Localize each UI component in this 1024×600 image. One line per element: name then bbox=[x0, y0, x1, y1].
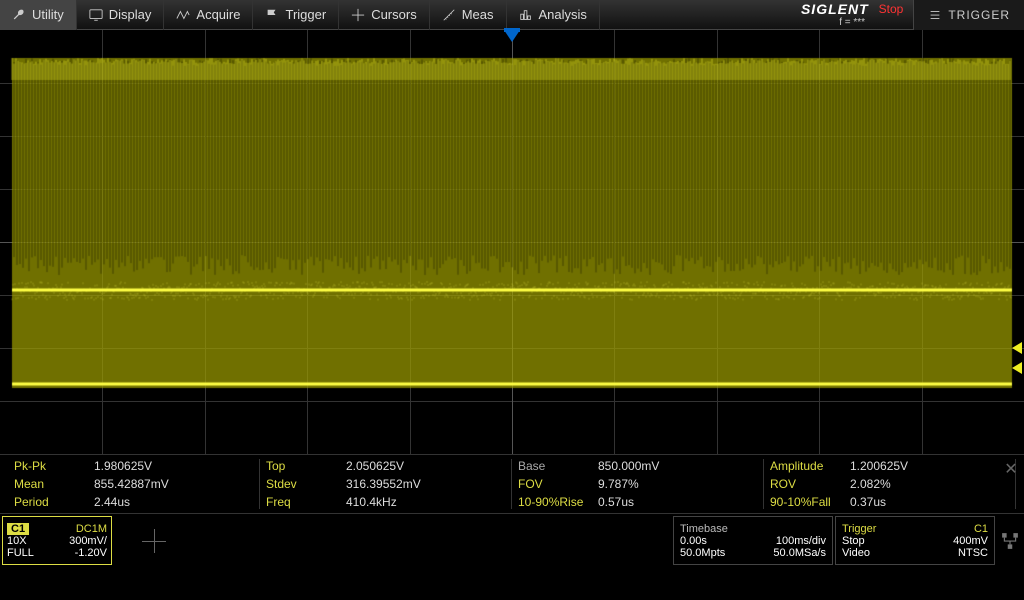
acquire-icon bbox=[176, 8, 190, 22]
brand-status-block: SIGLENT Stop f = *** bbox=[791, 0, 913, 30]
meas-label: Freq bbox=[266, 495, 346, 509]
position-control[interactable] bbox=[114, 514, 194, 567]
meas-value: 0.57us bbox=[598, 495, 634, 509]
menu-meas[interactable]: Meas bbox=[430, 0, 507, 30]
trigger-mode: Stop bbox=[842, 535, 865, 547]
channel-offset-indicator[interactable] bbox=[1012, 362, 1022, 374]
measurements-panel: Pk-Pk1.980625V Mean855.42887mV Period2.4… bbox=[0, 454, 1024, 513]
meas-label: Amplitude bbox=[770, 459, 850, 473]
trigger-source: C1 bbox=[974, 523, 988, 535]
trigger-title: Trigger bbox=[842, 523, 876, 535]
timebase-depth: 50.0Mpts bbox=[680, 547, 725, 559]
analysis-icon bbox=[519, 8, 533, 22]
trigger-panel-button[interactable]: TRIGGER bbox=[913, 0, 1024, 30]
trigger-position-marker[interactable] bbox=[504, 30, 520, 42]
menu-label: Analysis bbox=[539, 7, 587, 22]
wrench-icon bbox=[12, 8, 26, 22]
channel-offset: -1.20V bbox=[75, 547, 107, 559]
menu-trigger[interactable]: Trigger bbox=[253, 0, 339, 30]
meas-value: 2.050625V bbox=[346, 459, 404, 473]
trigger-box[interactable]: Trigger C1 Stop 400mV Video NTSC bbox=[835, 516, 995, 565]
ruler-icon bbox=[442, 8, 456, 22]
meas-label: Pk-Pk bbox=[14, 459, 94, 473]
meas-label: Top bbox=[266, 459, 346, 473]
menu-label: Display bbox=[109, 7, 152, 22]
meas-value: 2.44us bbox=[94, 495, 130, 509]
crosshair-icon bbox=[142, 529, 166, 553]
menu-cursors[interactable]: Cursors bbox=[339, 0, 430, 30]
meas-value: 1.980625V bbox=[94, 459, 152, 473]
meas-column: Pk-Pk1.980625V Mean855.42887mV Period2.4… bbox=[8, 459, 260, 509]
trigger-btn-label: TRIGGER bbox=[948, 8, 1010, 22]
meas-label: FOV bbox=[518, 477, 598, 491]
trigger-standard: NTSC bbox=[958, 547, 988, 559]
meas-label: Period bbox=[14, 495, 94, 509]
display-icon bbox=[89, 8, 103, 22]
waveform-display[interactable] bbox=[0, 30, 1024, 454]
channel-c1-box[interactable]: C1 DC1M 10X 300mV/ FULL -1.20V bbox=[2, 516, 112, 565]
meas-label: ROV bbox=[770, 477, 850, 491]
meas-value: 850.000mV bbox=[598, 459, 659, 473]
menu-label: Cursors bbox=[371, 7, 417, 22]
channel-probe: 10X bbox=[7, 535, 27, 547]
meas-value: 1.200625V bbox=[850, 459, 908, 473]
menu-acquire[interactable]: Acquire bbox=[164, 0, 253, 30]
flag-icon bbox=[265, 8, 279, 22]
menu-analysis[interactable]: Analysis bbox=[507, 0, 600, 30]
status-bar: C1 DC1M 10X 300mV/ FULL -1.20V Timebase 0.0… bbox=[0, 513, 1024, 567]
channel-vdiv: 300mV/ bbox=[69, 535, 107, 547]
meas-value: 9.787% bbox=[598, 477, 639, 491]
channel-id: C1 bbox=[7, 523, 29, 535]
meas-label: Base bbox=[518, 459, 598, 473]
meas-column: Base850.000mV FOV9.787% 10-90%Rise0.57us bbox=[512, 459, 764, 509]
close-icon: ✕ bbox=[1004, 461, 1017, 478]
channel-coupling: DC1M bbox=[76, 523, 107, 535]
timebase-rate: 50.0MSa/s bbox=[773, 547, 826, 559]
timebase-hdiv: 100ms/div bbox=[776, 535, 826, 547]
menu-label: Utility bbox=[32, 7, 64, 22]
meas-label: Stdev bbox=[266, 477, 346, 491]
waveform-trace bbox=[0, 30, 1024, 454]
trigger-level: 400mV bbox=[953, 535, 988, 547]
meas-column: Top2.050625V Stdev316.39552mV Freq410.4k… bbox=[260, 459, 512, 509]
menu-label: Acquire bbox=[196, 7, 240, 22]
menu-label: Trigger bbox=[285, 7, 326, 22]
menu-label: Meas bbox=[462, 7, 494, 22]
channel-bandwidth: FULL bbox=[7, 547, 34, 559]
meas-label: 90-10%Fall bbox=[770, 495, 850, 509]
run-status: Stop bbox=[879, 2, 904, 16]
meas-label: 10-90%Rise bbox=[518, 495, 598, 509]
list-icon bbox=[928, 8, 942, 22]
meas-label: Mean bbox=[14, 477, 94, 491]
trigger-type: Video bbox=[842, 547, 870, 559]
menu-utility[interactable]: Utility bbox=[0, 0, 77, 30]
trigger-level-indicator[interactable] bbox=[1012, 342, 1022, 354]
meas-value: 0.37us bbox=[850, 495, 886, 509]
freq-counter: f = *** bbox=[839, 17, 865, 28]
brand-name: SIGLENT bbox=[801, 1, 869, 17]
close-measurements-button[interactable]: ✕ bbox=[1002, 459, 1020, 477]
meas-value: 316.39552mV bbox=[346, 477, 421, 491]
timebase-delay: 0.00s bbox=[680, 535, 707, 547]
timebase-title: Timebase bbox=[680, 523, 728, 535]
meas-value: 410.4kHz bbox=[346, 495, 397, 509]
menu-display[interactable]: Display bbox=[77, 0, 165, 30]
network-icon[interactable] bbox=[996, 514, 1024, 567]
meas-value: 2.082% bbox=[850, 477, 891, 491]
cursors-icon bbox=[351, 8, 365, 22]
meas-column: Amplitude1.200625V ROV2.082% 90-10%Fall0… bbox=[764, 459, 1016, 509]
timebase-box[interactable]: Timebase 0.00s 100ms/div 50.0Mpts 50.0MSa/… bbox=[673, 516, 833, 565]
meas-value: 855.42887mV bbox=[94, 477, 169, 491]
top-menu-bar: Utility Display Acquire Trigger Cursors … bbox=[0, 0, 1024, 30]
